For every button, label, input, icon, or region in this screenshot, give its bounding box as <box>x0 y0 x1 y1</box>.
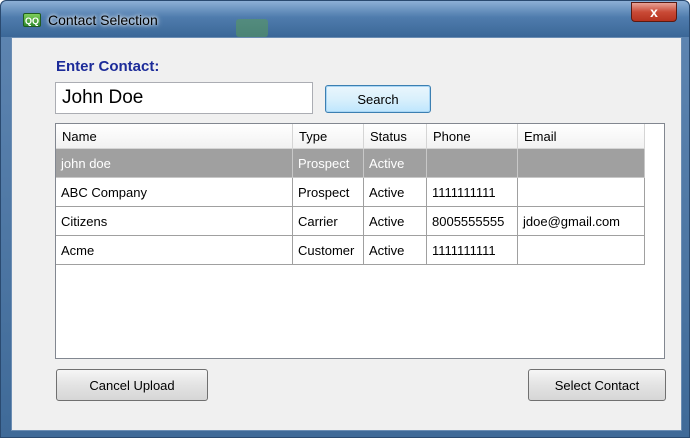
column-header-name[interactable]: Name <box>56 124 293 149</box>
table-row[interactable]: ABC Company Prospect Active 1111111111 <box>56 177 645 207</box>
close-icon: x <box>650 4 658 20</box>
cell-status: Active <box>363 206 427 236</box>
table-row[interactable]: Citizens Carrier Active 8005555555 jdoe@… <box>56 206 645 236</box>
dialog-body: Enter Contact: Search Name Type Status P… <box>11 37 682 431</box>
column-header-email[interactable]: Email <box>517 124 645 149</box>
cell-type: Prospect <box>292 177 364 207</box>
cell-type: Carrier <box>292 206 364 236</box>
title-bar[interactable]: QQ Contact Selection x <box>1 1 689 37</box>
cell-email <box>517 148 645 178</box>
column-header-status[interactable]: Status <box>363 124 427 149</box>
column-header-type[interactable]: Type <box>292 124 364 149</box>
cell-phone <box>426 148 518 178</box>
cell-phone: 1111111111 <box>426 235 518 265</box>
cell-name: Citizens <box>56 206 293 236</box>
table-row[interactable]: john doe Prospect Active <box>56 148 645 178</box>
search-button[interactable]: Search <box>325 85 431 113</box>
cell-status: Active <box>363 148 427 178</box>
close-button[interactable]: x <box>631 2 677 22</box>
cell-email <box>517 235 645 265</box>
cell-phone: 8005555555 <box>426 206 518 236</box>
cell-status: Active <box>363 177 427 207</box>
contact-input[interactable] <box>55 82 313 114</box>
cell-name: ABC Company <box>56 177 293 207</box>
window-title: Contact Selection <box>48 12 158 28</box>
cell-type: Prospect <box>292 148 364 178</box>
title-bar-artifact <box>236 19 268 37</box>
select-contact-button[interactable]: Select Contact <box>528 369 666 401</box>
cell-type: Customer <box>292 235 364 265</box>
contact-results-grid[interactable]: Name Type Status Phone Email john doe Pr… <box>55 123 665 359</box>
enter-contact-label: Enter Contact: <box>56 58 160 75</box>
cell-name: john doe <box>56 148 293 178</box>
header-row: Name Type Status Phone Email <box>56 124 645 149</box>
cell-email <box>517 177 645 207</box>
cell-name: Acme <box>56 235 293 265</box>
column-header-phone[interactable]: Phone <box>426 124 518 149</box>
contact-table: Name Type Status Phone Email john doe Pr… <box>56 124 645 265</box>
cancel-upload-button[interactable]: Cancel Upload <box>56 369 208 401</box>
cell-phone: 1111111111 <box>426 177 518 207</box>
cell-email: jdoe@gmail.com <box>517 206 645 236</box>
contact-selection-window: QQ Contact Selection x Enter Contact: Se… <box>0 0 690 438</box>
table-row[interactable]: Acme Customer Active 1111111111 <box>56 235 645 265</box>
cell-status: Active <box>363 235 427 265</box>
app-icon: QQ <box>23 13 41 27</box>
